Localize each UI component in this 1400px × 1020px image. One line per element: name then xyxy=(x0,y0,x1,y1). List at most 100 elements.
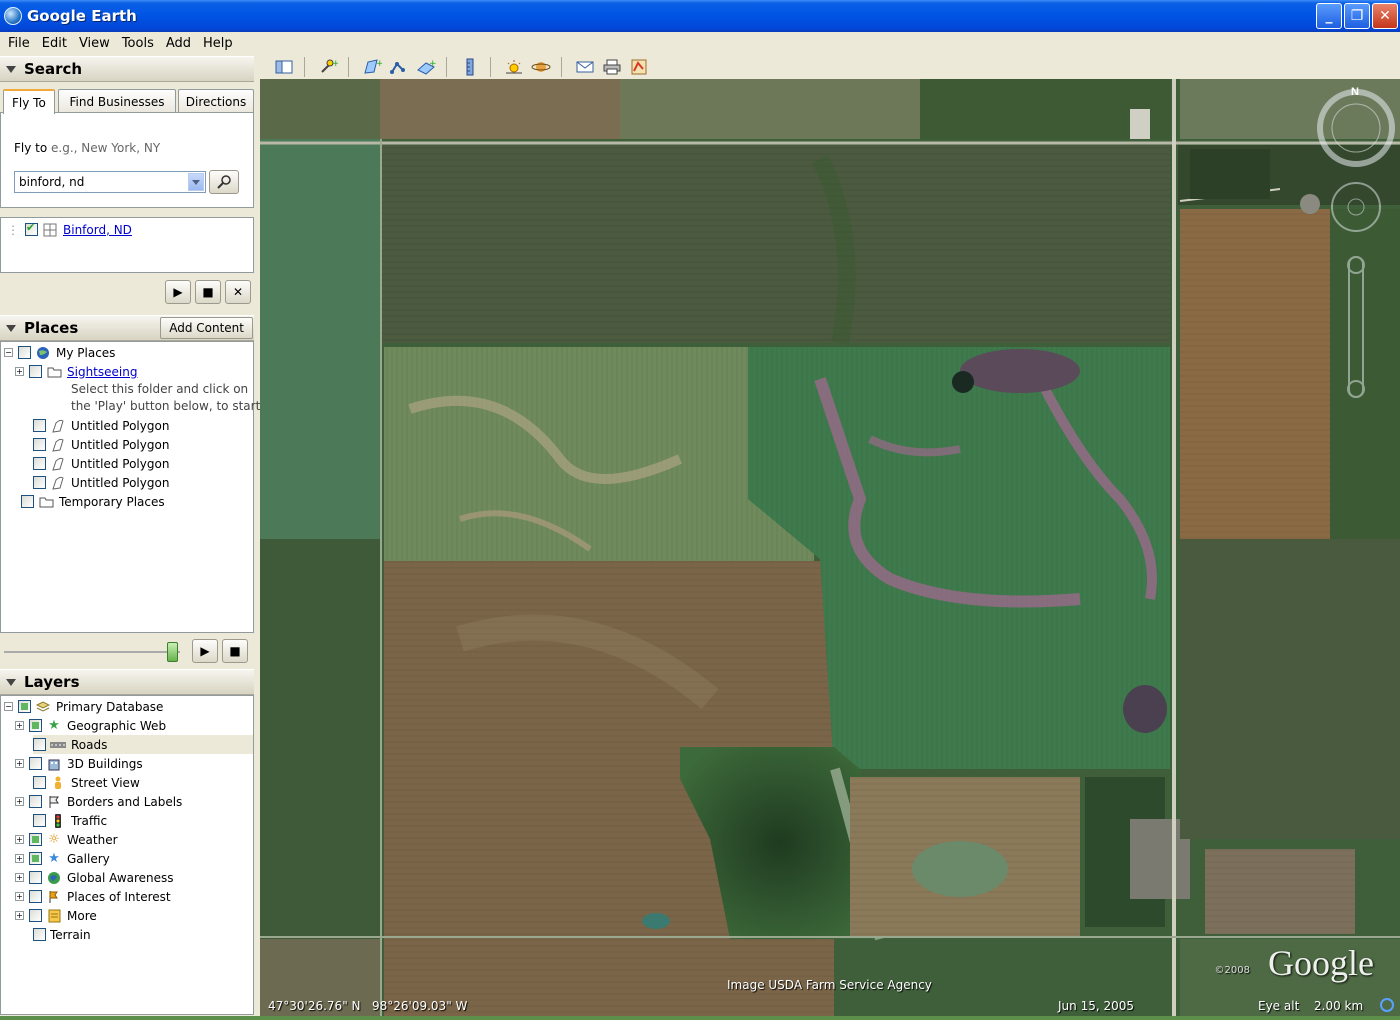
layer-gallery[interactable]: + ★ Gallery xyxy=(15,849,110,868)
dropdown-arrow-icon[interactable] xyxy=(188,173,204,191)
polygon-icon xyxy=(50,418,66,434)
layer-checkbox[interactable] xyxy=(29,909,42,922)
layer-primary-database[interactable]: − Primary Database xyxy=(4,697,163,716)
temporary-places-checkbox[interactable] xyxy=(21,495,34,508)
layer-checkbox[interactable] xyxy=(33,814,46,827)
tab-fly-to[interactable]: Fly To xyxy=(3,89,55,114)
layer-checkbox[interactable] xyxy=(29,833,42,846)
layer-roads[interactable]: Roads xyxy=(33,735,253,754)
map-view[interactable]: N Google ©2008 47°30'26.76" N 98°26'09.0… xyxy=(260,79,1400,1016)
fly-to-combo[interactable] xyxy=(14,171,206,193)
add-path-button[interactable] xyxy=(387,56,411,78)
layer-traffic[interactable]: Traffic xyxy=(33,811,107,830)
print-button[interactable] xyxy=(600,56,624,78)
layer-global-awareness[interactable]: + Global Awareness xyxy=(15,868,174,887)
expand-toggle-icon[interactable]: + xyxy=(15,797,24,806)
search-button[interactable] xyxy=(209,170,239,194)
expand-toggle-icon[interactable]: + xyxy=(15,854,24,863)
layer-checkbox[interactable] xyxy=(29,852,42,865)
menu-edit[interactable]: Edit xyxy=(36,36,73,51)
collapse-toggle-icon[interactable]: − xyxy=(4,348,13,357)
polygon-checkbox[interactable] xyxy=(33,438,46,451)
clear-button[interactable]: ✕ xyxy=(225,280,251,304)
tab-directions[interactable]: Directions xyxy=(178,89,254,113)
add-content-button[interactable]: Add Content xyxy=(160,317,253,339)
expand-toggle-icon[interactable]: + xyxy=(15,367,24,376)
result-link[interactable]: Binford, ND xyxy=(63,223,132,237)
polygon-checkbox[interactable] xyxy=(33,419,46,432)
places-tree: − My Places + Sightseeing Select this fo… xyxy=(0,341,260,633)
layer-more[interactable]: + More xyxy=(15,906,97,925)
longitude-readout: 98°26'09.03" W xyxy=(372,999,468,1013)
polygon-checkbox[interactable] xyxy=(33,457,46,470)
search-header[interactable]: Search xyxy=(0,56,254,82)
layer-label: Places of Interest xyxy=(67,889,171,904)
menu-view[interactable]: View xyxy=(73,36,116,51)
layer-checkbox[interactable] xyxy=(29,871,42,884)
sunlight-button[interactable] xyxy=(502,56,526,78)
minimize-button[interactable]: _ xyxy=(1316,3,1342,29)
collapse-toggle-icon[interactable]: − xyxy=(4,702,13,711)
ruler-icon xyxy=(466,58,474,76)
polygon-checkbox[interactable] xyxy=(33,476,46,489)
tree-label-link[interactable]: Sightseeing xyxy=(67,365,137,379)
places-stop-button[interactable]: ■ xyxy=(222,639,248,663)
tree-item-polygon[interactable]: Untitled Polygon xyxy=(33,454,169,473)
expand-toggle-icon[interactable]: + xyxy=(15,835,24,844)
layer-checkbox[interactable] xyxy=(29,757,42,770)
menu-add[interactable]: Add xyxy=(160,36,197,51)
stop-button[interactable]: ■ xyxy=(195,280,221,304)
layer-3d-buildings[interactable]: + 3D Buildings xyxy=(15,754,143,773)
layer-checkbox[interactable] xyxy=(18,700,31,713)
sightseeing-checkbox[interactable] xyxy=(29,365,42,378)
layer-geographic-web[interactable]: + ★ Geographic Web xyxy=(15,716,166,735)
layer-checkbox[interactable] xyxy=(33,738,46,751)
places-play-button[interactable]: ▶ xyxy=(192,639,218,663)
expand-toggle-icon[interactable]: + xyxy=(15,721,24,730)
layer-places-of-interest[interactable]: + Places of Interest xyxy=(15,887,171,906)
layer-terrain[interactable]: Terrain xyxy=(33,925,91,944)
fly-to-input[interactable] xyxy=(15,172,185,192)
result-item[interactable]: ⋮ Binford, ND xyxy=(7,220,132,239)
layer-checkbox[interactable] xyxy=(29,795,42,808)
sky-button[interactable] xyxy=(529,56,553,78)
layer-checkbox[interactable] xyxy=(33,928,46,941)
result-checkbox[interactable] xyxy=(25,221,38,236)
view-in-maps-button[interactable] xyxy=(627,56,651,78)
layer-street-view[interactable]: Street View xyxy=(33,773,140,792)
layers-header[interactable]: Layers xyxy=(0,669,254,695)
tree-item-polygon[interactable]: Untitled Polygon xyxy=(33,473,169,492)
my-places-checkbox[interactable] xyxy=(18,346,31,359)
layer-weather[interactable]: + ☼ Weather xyxy=(15,830,118,849)
menu-help[interactable]: Help xyxy=(197,36,239,51)
layer-borders-labels[interactable]: + Borders and Labels xyxy=(15,792,182,811)
tree-item-polygon[interactable]: Untitled Polygon xyxy=(33,416,169,435)
fly-to-label: Fly to e.g., New York, NY xyxy=(14,141,160,155)
layer-checkbox[interactable] xyxy=(33,776,46,789)
menu-file[interactable]: File xyxy=(2,36,36,51)
play-button[interactable]: ▶ xyxy=(165,280,191,304)
satellite-imagery[interactable]: N xyxy=(260,79,1400,1016)
expand-toggle-icon[interactable]: + xyxy=(15,892,24,901)
layer-checkbox[interactable] xyxy=(29,890,42,903)
maximize-button[interactable]: ❐ xyxy=(1344,3,1370,29)
tree-item-my-places[interactable]: − My Places xyxy=(4,343,115,362)
ruler-button[interactable] xyxy=(458,56,482,78)
add-placemark-button[interactable]: + xyxy=(316,56,340,78)
layer-checkbox[interactable] xyxy=(29,719,42,732)
tab-find-businesses[interactable]: Find Businesses xyxy=(58,89,176,113)
add-image-overlay-button[interactable]: + xyxy=(414,56,438,78)
close-button[interactable]: ✕ xyxy=(1372,3,1398,29)
tree-item-temporary-places[interactable]: Temporary Places xyxy=(21,492,165,511)
toggle-sidebar-button[interactable] xyxy=(272,56,296,78)
expand-toggle-icon[interactable]: + xyxy=(15,759,24,768)
expand-toggle-icon[interactable]: + xyxy=(15,911,24,920)
menu-tools[interactable]: Tools xyxy=(116,36,160,51)
places-header[interactable]: Places Add Content xyxy=(0,315,254,341)
add-polygon-button[interactable]: + xyxy=(360,56,384,78)
tour-speed-slider-thumb[interactable] xyxy=(167,642,178,662)
email-button[interactable] xyxy=(573,56,597,78)
latitude-readout: 47°30'26.76" N xyxy=(268,999,361,1013)
expand-toggle-icon[interactable]: + xyxy=(15,873,24,882)
tree-item-polygon[interactable]: Untitled Polygon xyxy=(33,435,169,454)
